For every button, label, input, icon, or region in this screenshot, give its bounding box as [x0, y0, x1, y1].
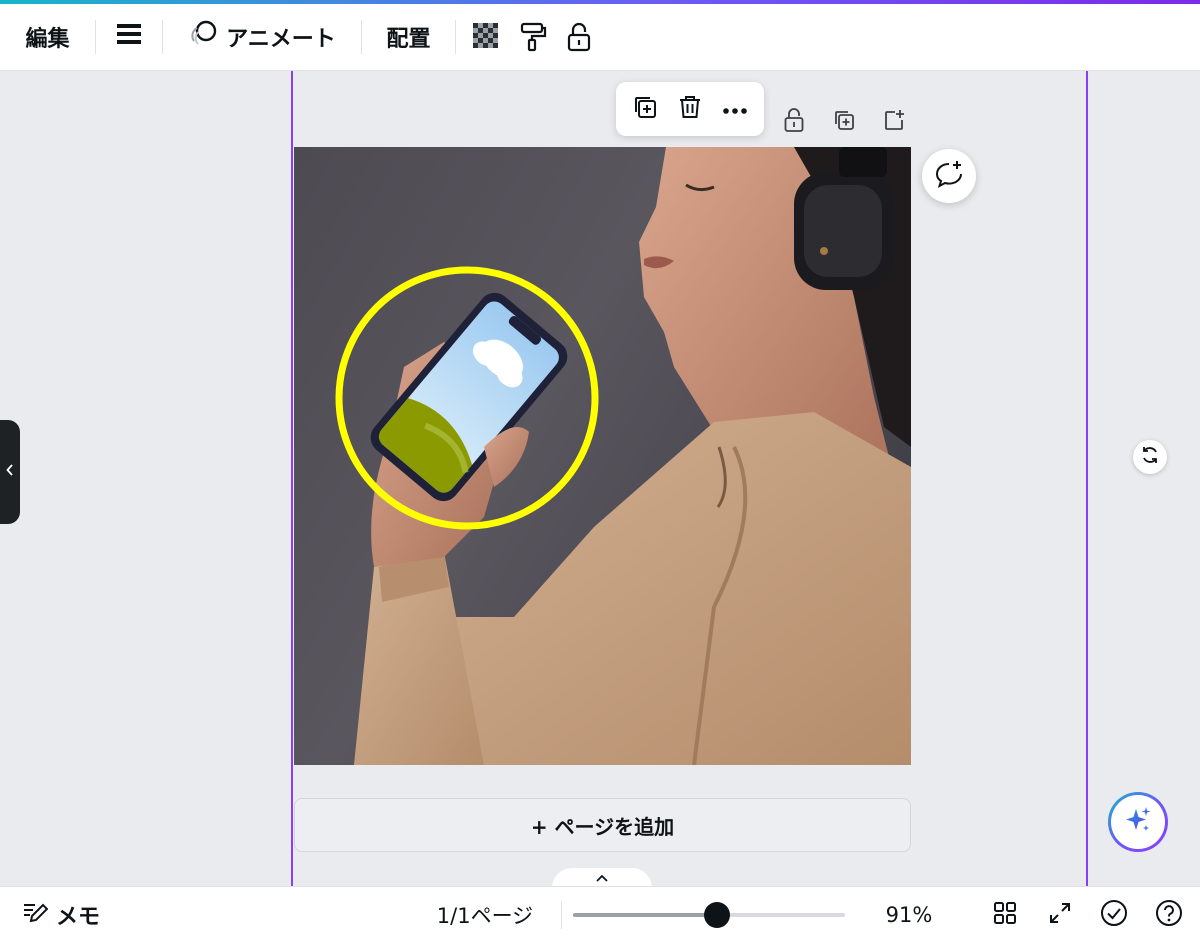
- side-panel-toggle[interactable]: [0, 420, 20, 524]
- zoom-divider: [561, 901, 562, 929]
- more-dots-icon: [722, 100, 748, 119]
- paint-roller-icon: [519, 22, 547, 52]
- notes-label: メモ: [56, 904, 101, 930]
- delete-element-button[interactable]: [670, 89, 710, 129]
- position-menu-button[interactable]: [96, 4, 162, 71]
- unlock-icon: [783, 107, 805, 137]
- add-page-label: + ページを追加: [530, 814, 675, 839]
- zoom-value-label: 91%: [885, 902, 933, 927]
- copy-style-button[interactable]: [510, 4, 556, 71]
- arrange-button[interactable]: 配置: [362, 4, 455, 71]
- editor-toolbar: 編集 アニメート 配置: [0, 4, 1200, 71]
- duplicate-page-button[interactable]: [826, 104, 862, 140]
- help-icon: [1155, 899, 1183, 931]
- add-page-icon: [882, 108, 906, 136]
- transparency-button[interactable]: [464, 4, 510, 71]
- unlock-icon: [566, 22, 592, 52]
- sparkle-icon: [1123, 805, 1153, 839]
- page-counter[interactable]: 1/1ページ: [420, 887, 550, 941]
- zoom-slider[interactable]: [573, 902, 845, 928]
- page-counter-label: 1/1ページ: [436, 903, 534, 928]
- zoom-percentage[interactable]: 91%: [870, 887, 948, 941]
- duplicate-icon: [632, 94, 658, 124]
- more-options-button[interactable]: [715, 89, 755, 129]
- trash-icon: [678, 94, 702, 124]
- chevron-up-icon: [596, 870, 608, 886]
- chevron-left-icon: [6, 464, 14, 480]
- page-actions: [776, 104, 912, 140]
- grid-icon: [993, 901, 1017, 929]
- magic-assistant-button[interactable]: [1108, 792, 1168, 852]
- add-comment-button[interactable]: [922, 149, 976, 203]
- magic-button-inner: [1111, 795, 1165, 849]
- lock-button[interactable]: [556, 4, 602, 71]
- notes-pen-icon: [22, 900, 49, 930]
- zoom-slider-thumb[interactable]: [704, 902, 730, 928]
- zoom-slider-fill: [573, 913, 717, 917]
- comment-plus-icon: [934, 159, 964, 193]
- element-context-toolbar: [616, 82, 764, 136]
- canvas-photo[interactable]: [294, 147, 911, 765]
- edit-label: 編集: [25, 27, 70, 52]
- animate-label: アニメート: [226, 27, 336, 52]
- transparency-icon: [473, 23, 501, 51]
- hamburger-icon: [116, 22, 142, 52]
- grid-view-button[interactable]: [987, 897, 1023, 933]
- check-circle-icon: [1100, 899, 1128, 931]
- add-page-icon-button[interactable]: [876, 104, 912, 140]
- animate-button[interactable]: アニメート: [163, 4, 361, 71]
- bottom-bar: メモ 1/1ページ 91%: [0, 886, 1200, 941]
- expand-arrows-icon: [1048, 901, 1072, 929]
- add-page-button[interactable]: + ページを追加: [294, 798, 911, 852]
- animate-icon: [188, 19, 218, 55]
- edit-button[interactable]: 編集: [0, 4, 95, 71]
- lock-page-button[interactable]: [776, 104, 812, 140]
- duplicate-element-button[interactable]: [625, 89, 665, 129]
- fullscreen-button[interactable]: [1042, 897, 1078, 933]
- rotate-button[interactable]: [1133, 440, 1167, 474]
- rotate-icon: [1140, 445, 1160, 469]
- duplicate-icon: [832, 108, 856, 136]
- arrange-label: 配置: [386, 27, 431, 52]
- help-button[interactable]: [1151, 897, 1187, 933]
- notes-button[interactable]: メモ: [22, 887, 100, 941]
- toolbar-divider: [455, 20, 456, 54]
- check-button[interactable]: [1096, 897, 1132, 933]
- expand-pages-tab[interactable]: [552, 868, 652, 888]
